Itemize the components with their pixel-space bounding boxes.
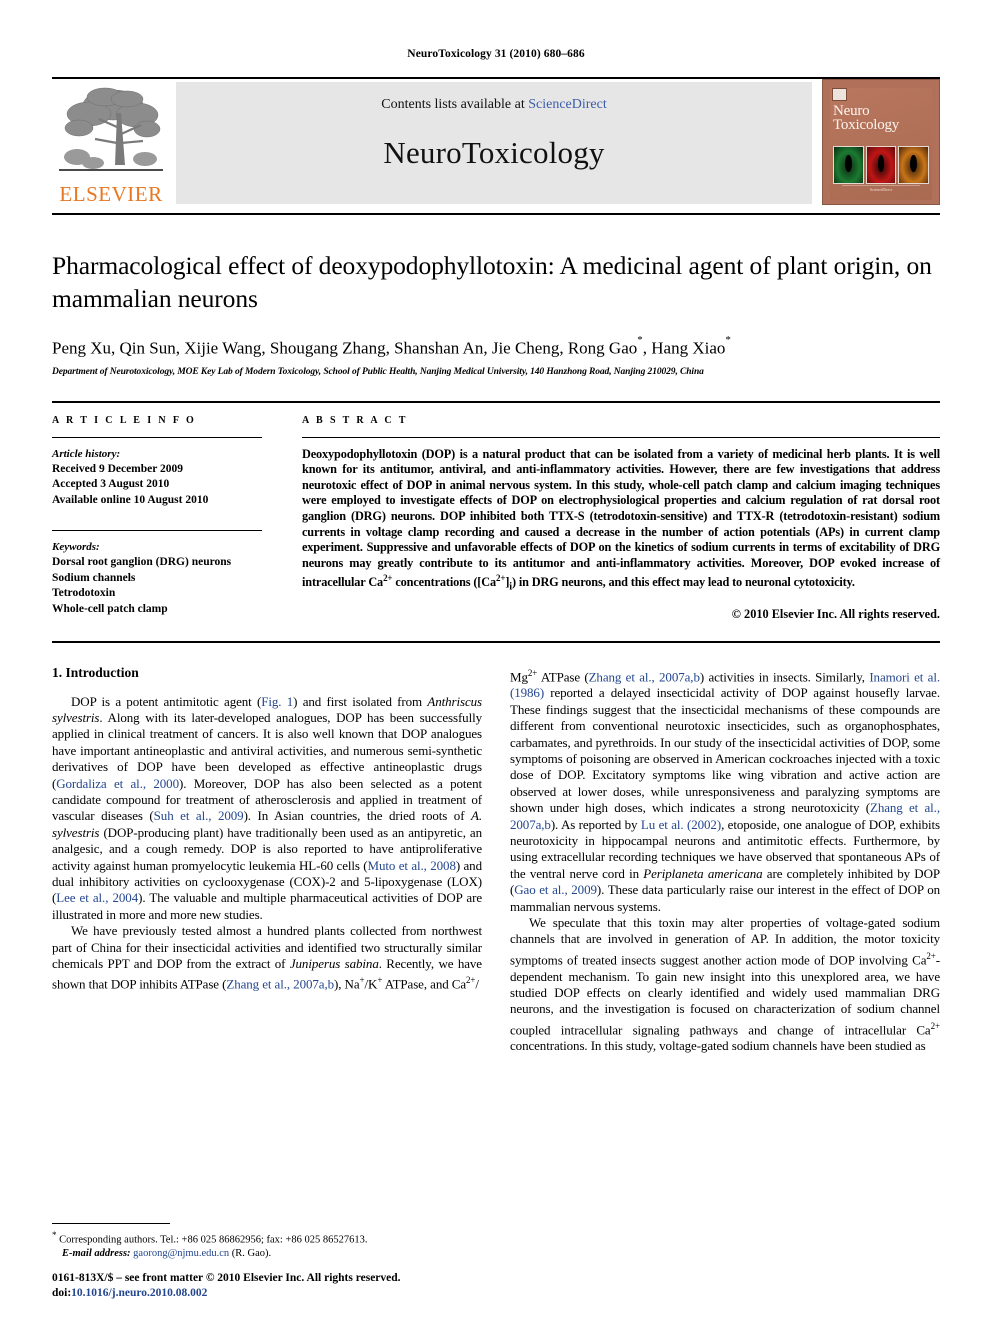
affiliation: Department of Neurotoxicology, MOE Key L… bbox=[52, 366, 704, 377]
cover-image-strip bbox=[833, 146, 930, 184]
paragraph: Mg2+ ATPase (Zhang et al., 2007a,b) acti… bbox=[510, 667, 941, 914]
article-history-accepted: Accepted 3 August 2010 bbox=[52, 478, 170, 491]
article-history-online: Available online 10 August 2010 bbox=[52, 493, 209, 506]
journal-cover-thumbnail[interactable]: Neuro Toxicology ScienceDirect bbox=[822, 79, 940, 205]
elsevier-wordmark: ELSEVIER bbox=[59, 182, 163, 206]
paragraph: DOP is a potent antimitotic agent (Fig. … bbox=[52, 693, 482, 922]
citation-link[interactable]: Lu et al. (2002) bbox=[641, 817, 721, 832]
contents-prefix: Contents lists available at bbox=[381, 97, 529, 112]
body-column-right: Mg2+ ATPase (Zhang et al., 2007a,b) acti… bbox=[510, 665, 940, 1055]
paragraph: We speculate that this toxin may alter p… bbox=[510, 914, 940, 1054]
keywords-rule bbox=[52, 530, 262, 532]
citation-link[interactable]: Fig. 1 bbox=[261, 694, 293, 709]
article-history-received: Received 9 December 2009 bbox=[52, 462, 184, 475]
abstract-body: Deoxypodophyllotoxin (DOP) is a natural … bbox=[302, 446, 940, 590]
cover-footer-text: ScienceDirect bbox=[869, 187, 893, 192]
cover-inner: Neuro Toxicology ScienceDirect bbox=[830, 88, 932, 200]
abstract-sup-1: 2+ bbox=[383, 573, 393, 584]
imprint-block: 0161-813X/$ – see front matter © 2010 El… bbox=[52, 1271, 512, 1301]
keywords-block: Keywords: Dorsal root ganglion (DRG) neu… bbox=[52, 530, 262, 617]
cover-footer: ScienceDirect bbox=[842, 185, 920, 194]
citation-link[interactable]: Suh et al., 2009 bbox=[154, 808, 244, 823]
elsevier-tree-icon bbox=[59, 87, 163, 171]
citation-link[interactable]: Gao et al., 2009 bbox=[514, 882, 597, 897]
paragraph: We have previously tested almost a hundr… bbox=[52, 923, 482, 992]
article-info-column: A R T I C L E I N F O Article history: R… bbox=[52, 415, 284, 622]
running-head: NeuroToxicology 31 (2010) 680–686 bbox=[407, 48, 585, 60]
cover-title-line2: Toxicology bbox=[833, 117, 900, 133]
keyword-item-1: Dorsal root ganglion (DRG) neurons bbox=[52, 556, 232, 569]
article-page: NeuroToxicology 31 (2010) 680–686 ELSEVI… bbox=[0, 0, 992, 1323]
imprint-frontmatter: 0161-813X/$ – see front matter © 2010 El… bbox=[52, 1272, 401, 1284]
keyword-item-2: Sodium channels bbox=[52, 571, 136, 584]
keyword-item-4: Whole-cell patch clamp bbox=[52, 602, 168, 615]
author-marker-2: * bbox=[725, 334, 731, 346]
species-name: Juniperus sabina bbox=[289, 956, 379, 972]
contents-available-line: Contents lists available at ScienceDirec… bbox=[176, 82, 812, 113]
footnote-corresponding: * Corresponding authors. Tel.: +86 025 8… bbox=[52, 1229, 482, 1247]
keywords-label: Keywords: bbox=[52, 541, 100, 554]
footnote-email-line: E-mail address: gaorong@njmu.edu.cn (R. … bbox=[52, 1247, 482, 1261]
author-marker-1: * bbox=[637, 334, 643, 346]
abstract-copyright: © 2010 Elsevier Inc. All rights reserved… bbox=[731, 606, 940, 621]
email-address-suffix: (R. Gao). bbox=[229, 1247, 272, 1259]
doi-link[interactable]: 10.1016/j.neuro.2010.08.002 bbox=[71, 1287, 207, 1299]
article-history-label: Article history: bbox=[52, 447, 121, 460]
abstract-end: ) in DRG neurons, and this effect may le… bbox=[511, 575, 855, 590]
citation-link[interactable]: Lee et al., 2004 bbox=[56, 890, 138, 905]
authors-tail: , Hang Xiao bbox=[642, 338, 726, 358]
abstract-mid: concentrations ([Ca bbox=[392, 575, 496, 590]
body-column-left: 1. Introduction DOP is a potent antimito… bbox=[52, 665, 482, 1055]
citation-link[interactable]: Gordaliza et al., 2000 bbox=[56, 776, 179, 791]
elsevier-logo: ELSEVIER bbox=[52, 79, 170, 205]
citation-link[interactable]: Muto et al., 2008 bbox=[368, 858, 456, 873]
page-title: Pharmacological effect of deoxypodophyll… bbox=[52, 251, 932, 313]
title-block: Pharmacological effect of deoxypodophyll… bbox=[52, 249, 940, 377]
corresponding-author-footnote: * Corresponding authors. Tel.: +86 025 8… bbox=[52, 1222, 482, 1261]
citation-link[interactable]: Zhang et al., 2007a,b bbox=[226, 977, 334, 992]
cover-image-green bbox=[833, 146, 864, 184]
body-top-rule bbox=[52, 640, 940, 643]
journal-masthead: ELSEVIER Contents lists available at Sci… bbox=[52, 77, 940, 207]
footnote-corresponding-text: Corresponding authors. Tel.: +86 025 868… bbox=[56, 1234, 368, 1245]
info-abstract-region: A R T I C L E I N F O Article history: R… bbox=[52, 400, 940, 622]
imprint-doi-line: doi:10.1016/j.neuro.2010.08.002 bbox=[52, 1286, 512, 1301]
article-info-rule bbox=[52, 436, 262, 438]
body-columns: 1. Introduction DOP is a potent antimito… bbox=[52, 665, 940, 1055]
cover-image-red bbox=[865, 146, 897, 184]
masthead-bottom-rule bbox=[52, 213, 940, 215]
abstract-heading: A B S T R A C T bbox=[302, 414, 408, 426]
abstract-column: A B S T R A C T Deoxypodophyllotoxin (DO… bbox=[284, 415, 940, 622]
email-address-link[interactable]: gaorong@njmu.edu.cn bbox=[133, 1248, 229, 1259]
article-info-heading: A R T I C L E I N F O bbox=[52, 414, 197, 426]
cover-title-line1: Neuro bbox=[833, 103, 870, 119]
abstract-text: Deoxypodophyllotoxin (DOP) is a natural … bbox=[302, 447, 940, 596]
cover-publisher-mark-icon bbox=[832, 88, 847, 101]
authors-main: Peng Xu, Qin Sun, Xijie Wang, Shougang Z… bbox=[52, 338, 638, 358]
citation-link[interactable]: Zhang et al., 2007a,b bbox=[589, 669, 700, 684]
section-heading-introduction: 1. Introduction bbox=[52, 664, 139, 680]
abstract-rule bbox=[302, 436, 940, 438]
cover-image-orange bbox=[898, 146, 930, 184]
doi-label: doi: bbox=[52, 1287, 72, 1299]
abstract-sup-2: 2+ bbox=[495, 573, 506, 584]
footnote-rule bbox=[52, 1222, 170, 1224]
email-address-label: E-mail address: bbox=[62, 1247, 131, 1259]
author-list: Peng Xu, Qin Sun, Xijie Wang, Shougang Z… bbox=[52, 333, 940, 360]
species-name: Periplaneta americana bbox=[643, 865, 763, 881]
journal-title: NeuroToxicology bbox=[383, 135, 605, 170]
journal-banner: Contents lists available at ScienceDirec… bbox=[176, 82, 812, 204]
sciencedirect-link[interactable]: ScienceDirect bbox=[528, 97, 607, 112]
keyword-item-3: Tetrodotoxin bbox=[52, 587, 116, 600]
